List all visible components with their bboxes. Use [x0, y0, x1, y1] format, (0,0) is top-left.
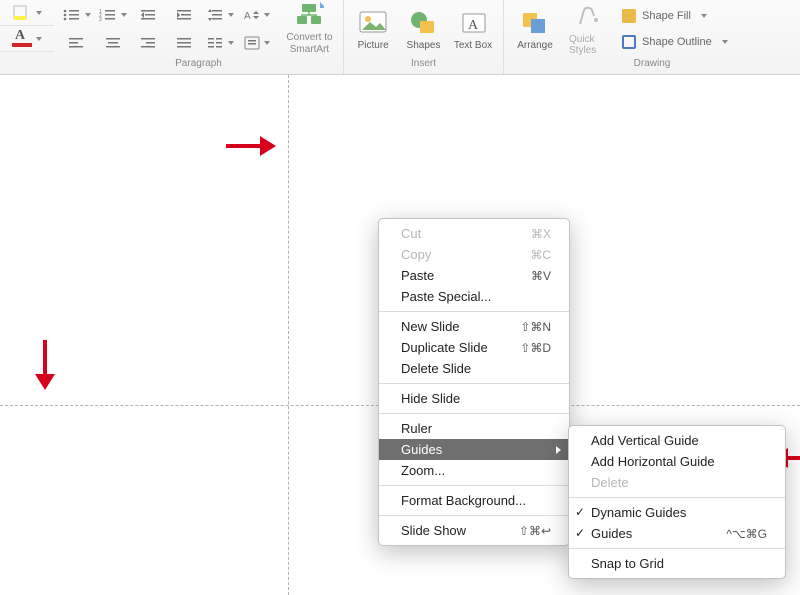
- svg-text:1: 1: [99, 9, 102, 15]
- menu-sep: [379, 383, 569, 384]
- align-left-button[interactable]: [60, 30, 94, 56]
- numbering-button[interactable]: 123: [96, 2, 130, 28]
- insert-picture-button[interactable]: Picture: [350, 8, 396, 51]
- menu-format-background[interactable]: Format Background...: [379, 490, 569, 511]
- check-icon: ✓: [575, 526, 585, 540]
- menu-paste-special[interactable]: Paste Special...: [379, 286, 569, 307]
- incr-indent-button[interactable]: [168, 2, 202, 28]
- shapes-icon: [408, 8, 438, 38]
- menu-new-slide[interactable]: New Slide⇧⌘N: [379, 316, 569, 337]
- textbox-icon: A: [459, 8, 489, 38]
- chevron-down-icon: [36, 37, 42, 41]
- menu-delete-slide[interactable]: Delete Slide: [379, 358, 569, 379]
- highlight-color-button[interactable]: [0, 0, 54, 26]
- chevron-down-icon: [85, 13, 91, 17]
- menu-sep: [379, 413, 569, 414]
- group-label-paragraph: Paragraph: [54, 58, 343, 72]
- picture-icon: [358, 8, 388, 38]
- bucket-icon: [622, 9, 636, 23]
- submenu-add-horizontal-guide[interactable]: Add Horizontal Guide: [569, 451, 785, 472]
- quick-styles-icon: [574, 2, 604, 32]
- menu-cut: Cut⌘X: [379, 223, 569, 244]
- menu-copy: Copy⌘C: [379, 244, 569, 265]
- insert-shapes-button[interactable]: Shapes: [400, 8, 446, 51]
- chevron-down-icon: [36, 11, 42, 15]
- align-center-button[interactable]: [96, 30, 130, 56]
- submenu-dynamic-guides[interactable]: ✓Dynamic Guides: [569, 502, 785, 523]
- submenu-add-vertical-guide[interactable]: Add Vertical Guide: [569, 430, 785, 451]
- menu-duplicate-slide[interactable]: Duplicate Slide⇧⌘D: [379, 337, 569, 358]
- menu-hide-slide[interactable]: Hide Slide: [379, 388, 569, 409]
- convert-smartart-button[interactable]: Convert to SmartArt: [282, 2, 337, 56]
- ribbon-left-strip: A: [0, 0, 54, 74]
- pen-icon: [622, 35, 636, 49]
- menu-sep: [379, 311, 569, 312]
- submenu-snap-to-grid[interactable]: Snap to Grid: [569, 553, 785, 574]
- columns-button[interactable]: [204, 30, 238, 56]
- smartart-icon: [296, 2, 324, 28]
- menu-guides[interactable]: Guides: [379, 439, 569, 460]
- text-direction-button[interactable]: A: [240, 2, 274, 28]
- check-icon: ✓: [575, 505, 585, 519]
- svg-text:3: 3: [99, 17, 102, 22]
- font-color-button[interactable]: A: [0, 26, 54, 52]
- ribbon-group-paragraph: 123 A Convert to SmartArt: [54, 0, 344, 74]
- context-menu: Cut⌘X Copy⌘C Paste⌘V Paste Special... Ne…: [378, 218, 570, 546]
- annotation-arrow-right: [226, 135, 280, 157]
- align-right-button[interactable]: [132, 30, 166, 56]
- group-label-drawing: Drawing: [504, 58, 800, 72]
- arrange-button[interactable]: Arrange: [510, 8, 560, 51]
- chevron-down-icon: [228, 13, 234, 17]
- menu-ruler[interactable]: Ruler: [379, 418, 569, 439]
- shape-outline-button[interactable]: Shape Outline: [622, 31, 728, 53]
- bullets-button[interactable]: [60, 2, 94, 28]
- annotation-arrow-down: [34, 340, 56, 394]
- shape-fill-button[interactable]: Shape Fill: [622, 5, 728, 27]
- ribbon: A 123 A: [0, 0, 800, 75]
- menu-paste[interactable]: Paste⌘V: [379, 265, 569, 286]
- paragraph-align-cluster: 123 A: [60, 2, 274, 56]
- menu-sep: [379, 515, 569, 516]
- menu-sep: [379, 485, 569, 486]
- insert-textbox-button[interactable]: A Text Box: [451, 8, 497, 51]
- chevron-down-icon: [121, 13, 127, 17]
- chevron-down-icon: [722, 40, 728, 44]
- align-justify-button[interactable]: [168, 30, 202, 56]
- ribbon-group-drawing: Arrange Quick Styles Shape Fill Shape Ou…: [504, 0, 800, 74]
- guides-submenu: Add Vertical Guide Add Horizontal Guide …: [568, 425, 786, 579]
- decr-indent-button[interactable]: [132, 2, 166, 28]
- menu-zoom[interactable]: Zoom...: [379, 460, 569, 481]
- menu-sep: [569, 497, 785, 498]
- svg-text:A: A: [468, 18, 479, 33]
- submenu-delete-guide: Delete: [569, 472, 785, 493]
- arrange-icon: [520, 8, 550, 38]
- quick-styles-button[interactable]: Quick Styles: [564, 2, 614, 56]
- chevron-down-icon: [264, 13, 270, 17]
- vertical-guide[interactable]: [288, 75, 289, 595]
- align-text-vertical-button[interactable]: [240, 30, 274, 56]
- ribbon-group-insert: Picture Shapes A Text Box Insert: [344, 0, 504, 74]
- chevron-down-icon: [228, 41, 234, 45]
- submenu-guides-toggle[interactable]: ✓Guides^⌥⌘G: [569, 523, 785, 544]
- group-label-insert: Insert: [344, 58, 503, 72]
- menu-sep: [569, 548, 785, 549]
- menu-slide-show[interactable]: Slide Show⇧⌘↩: [379, 520, 569, 541]
- line-spacing-button[interactable]: [204, 2, 238, 28]
- svg-text:A: A: [244, 11, 251, 22]
- svg-text:2: 2: [99, 13, 102, 19]
- chevron-down-icon: [264, 41, 270, 45]
- font-color-icon: A: [12, 30, 32, 48]
- chevron-down-icon: [701, 14, 707, 18]
